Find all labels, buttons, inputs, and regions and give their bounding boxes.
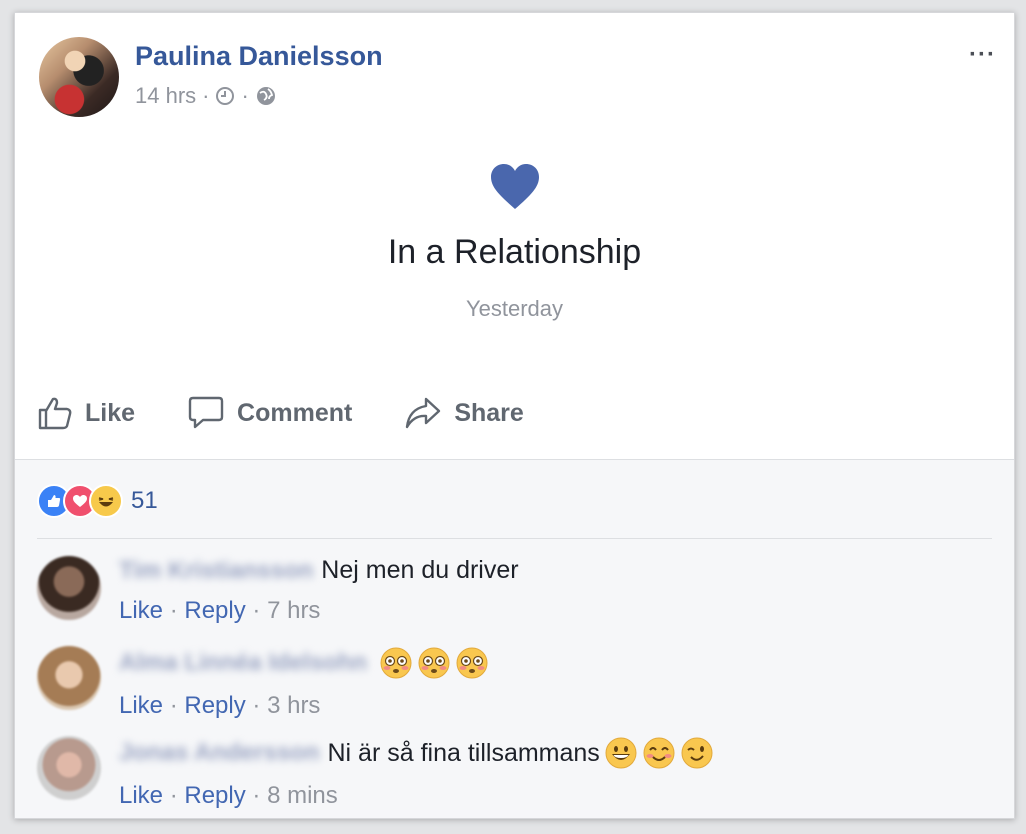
flushed-emoji-icon — [456, 647, 488, 679]
comment-reply-link[interactable]: Reply — [184, 597, 245, 624]
more-options-button[interactable]: ··· — [969, 41, 996, 69]
grinning-emoji-icon — [605, 737, 637, 769]
post-card: Paulina Danielsson 14 hrs · · ··· In a R… — [14, 12, 1015, 819]
author-name[interactable]: Paulina Danielsson — [135, 41, 383, 72]
comment-button[interactable]: Comment — [187, 395, 352, 431]
haha-reaction-icon — [89, 484, 123, 518]
life-event-date: Yesterday — [465, 296, 564, 321]
clock-icon — [216, 87, 235, 105]
post-meta: 14 hrs · · — [135, 83, 277, 109]
commenter-avatar[interactable] — [37, 556, 101, 620]
author-avatar[interactable] — [39, 37, 119, 117]
share-icon — [406, 397, 441, 429]
post-time[interactable]: 14 hrs — [135, 83, 196, 109]
thumbs-up-icon — [38, 397, 72, 430]
commenter-name[interactable]: Jonas Andersson — [119, 739, 320, 767]
comments-section: 51 Tim Kristiansson Nej men du driver Li… — [15, 459, 1014, 818]
comment-reply-link[interactable]: Reply — [184, 692, 245, 719]
flushed-emoji-icon — [418, 647, 450, 679]
comment-like-link[interactable]: Like — [119, 692, 163, 719]
comment-icon — [188, 396, 224, 429]
post-actions: Like Comment Share — [37, 395, 576, 431]
life-event: In a Relationship Yesterday — [15, 163, 1014, 322]
reaction-count: 51 — [131, 487, 158, 514]
flushed-emoji-icon — [380, 647, 412, 679]
share-button[interactable]: Share — [404, 395, 524, 431]
comment-time[interactable]: 3 hrs — [267, 692, 320, 719]
commenter-name[interactable]: Tim Kristiansson — [119, 557, 313, 585]
comment-time[interactable]: 8 mins — [267, 782, 338, 809]
comment-text: Nej men du driver — [321, 556, 519, 584]
comment-like-link[interactable]: Like — [119, 597, 163, 624]
reactions-summary[interactable]: 51 — [37, 484, 158, 518]
commenter-avatar[interactable] — [37, 646, 101, 710]
commenter-avatar[interactable] — [37, 736, 101, 800]
globe-icon[interactable] — [255, 85, 277, 107]
comment-text: Ni är så fina tillsammans — [327, 738, 600, 767]
blush-emoji-icon — [643, 737, 675, 769]
comment-reply-link[interactable]: Reply — [184, 782, 245, 809]
divider — [37, 538, 992, 539]
heart-icon — [490, 164, 539, 209]
commenter-name[interactable]: Alma Linnéa Idelsohn — [119, 649, 367, 677]
life-event-title: In a Relationship — [387, 233, 642, 271]
wink-emoji-icon — [681, 737, 713, 769]
like-button[interactable]: Like — [37, 395, 135, 431]
comment-time[interactable]: 7 hrs — [267, 597, 320, 624]
comment-like-link[interactable]: Like — [119, 782, 163, 809]
